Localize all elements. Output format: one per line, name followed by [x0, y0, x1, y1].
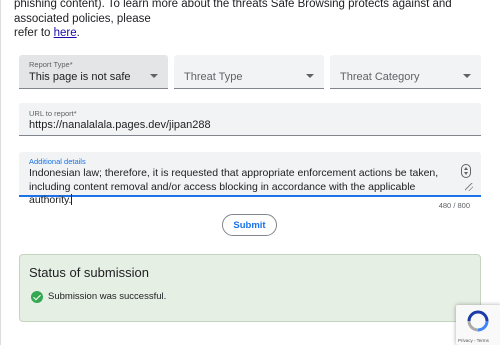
url-label: URL to report* — [29, 109, 77, 118]
recaptcha-badge[interactable]: Privacy - Terms — [456, 305, 500, 345]
threat-category-placeholder: Threat Category — [340, 71, 420, 83]
details-textarea[interactable]: Additional details Indonesian law; there… — [19, 152, 481, 206]
details-text: Indonesian law; therefore, it is request… — [29, 167, 457, 208]
submit-button[interactable]: Submit — [222, 214, 277, 236]
report-type-label: Report Type* — [29, 60, 73, 69]
threat-category-select[interactable]: Threat Category — [330, 55, 481, 89]
url-input[interactable]: URL to report* https://nanalalala.pages.… — [19, 103, 481, 136]
url-value: https://nanalalala.pages.dev/jipan288 — [29, 119, 211, 131]
resize-handle-icon[interactable] — [465, 183, 473, 191]
status-title: Status of submission — [29, 265, 149, 280]
status-message: Submission was successful. — [48, 291, 167, 302]
threat-type-placeholder: Threat Type — [184, 71, 243, 83]
threat-type-select[interactable]: Threat Type — [174, 55, 324, 89]
check-circle-icon — [31, 291, 43, 303]
intro-text: phishing content). To learn more about t… — [14, 0, 484, 41]
details-label: Additional details — [29, 157, 86, 166]
policy-link[interactable]: here — [54, 27, 77, 39]
chevron-down-icon — [150, 74, 158, 78]
intro-prefix: refer to — [14, 27, 54, 39]
report-type-value: This page is not safe — [29, 71, 131, 83]
character-counter: 480 / 800 — [438, 201, 470, 210]
intro-suffix: . — [76, 27, 80, 39]
status-panel: Status of submission Submission was succ… — [19, 254, 481, 322]
chevron-down-icon — [463, 74, 471, 78]
details-value: Indonesian law; therefore, it is request… — [29, 167, 439, 206]
recaptcha-links[interactable]: Privacy - Terms — [458, 338, 489, 343]
report-page: phishing content). To learn more about t… — [0, 0, 500, 345]
report-type-select[interactable]: Report Type* This page is not safe — [19, 55, 168, 89]
scroll-spinner-icon[interactable] — [461, 164, 471, 178]
intro-line-1: phishing content). To learn more about t… — [14, 0, 452, 25]
text-caret — [71, 194, 73, 205]
intro-line-2: refer to here. — [14, 26, 484, 41]
chevron-down-icon — [306, 74, 314, 78]
recaptcha-logo-icon — [467, 310, 489, 332]
